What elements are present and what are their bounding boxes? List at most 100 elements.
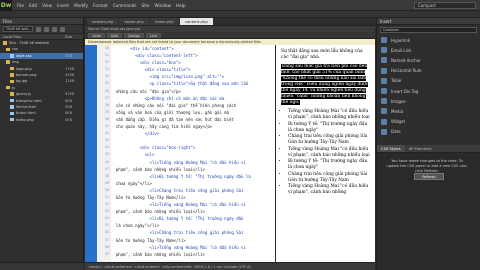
code-line[interactable]: những câu nói "đại gia"</p>: [111, 88, 275, 95]
column-size[interactable]: Size: [65, 34, 83, 39]
menu-file[interactable]: File: [17, 3, 24, 8]
tab-index-php[interactable]: index.php: [149, 18, 179, 25]
put-files-icon[interactable]: [60, 26, 65, 32]
code-line[interactable]: phạm", cảnh báo những nhiều loại</li>: [111, 251, 275, 258]
file-list: Site - Thiết kế website css style.css 3KB im…: [0, 40, 83, 123]
tab-css-styles[interactable]: CSS Styles: [377, 145, 405, 152]
line-number: 45: [104, 152, 109, 157]
insert-item[interactable]: Table: [377, 76, 480, 86]
code-line[interactable]: <div class="box-right">: [111, 144, 275, 151]
insert-item[interactable]: Email Link: [377, 45, 480, 55]
code-line[interactable]: <li>Chàng trai tiêu công giải phóng Sài: [111, 187, 275, 194]
file-name-text: trangchu.html: [16, 98, 42, 103]
design-view-button[interactable]: Design: [124, 32, 144, 38]
menu-window[interactable]: Window: [155, 3, 172, 8]
code-line[interactable]: <ul>: [111, 151, 275, 158]
tab-footer-php[interactable]: footer.php: [119, 18, 149, 25]
insert-item[interactable]: Widget: [377, 117, 480, 127]
insert-item-icon: [381, 88, 387, 95]
refresh-icon[interactable]: [44, 26, 49, 32]
menu-edit[interactable]: Edit: [29, 3, 37, 8]
file-row[interactable]: index.php 4KB: [0, 117, 83, 123]
code-line[interactable]: <li>Tiếng vàng Hoàng Mai "có đầu hiếu vi: [111, 159, 275, 166]
insert-list: Hyperlink Email Link Named Anchor Horizonta…: [377, 35, 480, 137]
code-line[interactable]: <img src="img/icon.png" alt="">: [111, 73, 275, 80]
code-line[interactable]: sống và văn hoá của giới thượng lưu, gần…: [111, 109, 275, 116]
insert-item-icon: [381, 47, 387, 54]
insert-item[interactable]: Insert Div Tag: [377, 86, 480, 96]
code-line[interactable]: <li>Tiếng vàng Hoàng Mai "có đầu hiếu vi: [111, 201, 275, 208]
code-line[interactable]: <div class="title">: [111, 66, 275, 73]
refresh-button[interactable]: Refresh: [414, 173, 444, 180]
code-line[interactable]: là chưa ngày"</li>: [111, 222, 275, 229]
get-files-icon[interactable]: [52, 26, 57, 32]
code-line[interactable]: <div class="box">: [111, 59, 275, 66]
menu-help[interactable]: Help: [176, 3, 186, 8]
menu-insert[interactable]: Insert: [57, 3, 69, 8]
folder-icon: [6, 60, 10, 64]
menu-format[interactable]: Format: [93, 3, 108, 8]
insert-category-select[interactable]: Common: [380, 27, 477, 33]
file-icon: [10, 66, 14, 71]
menu-site[interactable]: Site: [141, 3, 149, 8]
file-name-text: index.php: [16, 117, 34, 122]
insert-item[interactable]: Date: [377, 127, 480, 137]
code-lines[interactable]: <div id="content"> <div class="content-l…: [111, 45, 275, 262]
code-line[interactable]: phạm", cảnh báo những nhiều loại</li>: [111, 208, 275, 215]
code-line[interactable]: <li>Bị tường Y tế: "Thị trường ngày đầu …: [111, 173, 275, 180]
tag-selector-status[interactable]: <body> <div#container> <div#content> <di…: [85, 262, 375, 270]
code-line[interactable]: Gòn từ hướng Tây-Tây Nam</li>: [111, 237, 275, 244]
code-line[interactable]: <div id="content">: [111, 45, 275, 52]
insert-item-icon: [381, 57, 387, 64]
insert-item[interactable]: Horizontal Rule: [377, 66, 480, 76]
code-line[interactable]: phạm", cảnh báo những nhiều loại</li>: [111, 166, 275, 173]
files-panel-title[interactable]: Files: [0, 18, 83, 25]
menu-bar: Dw File Edit View Insert Modify Format C…: [0, 0, 480, 11]
folder-icon: [3, 41, 7, 45]
code-line[interactable]: vẫn đẳng cấp. Điều gì đã tạo nên sức hút…: [111, 116, 275, 123]
insert-panel-title[interactable]: Insert: [377, 18, 480, 25]
tab-content-php[interactable]: content.php: [179, 18, 213, 25]
code-line[interactable]: <div class="content-left">: [111, 52, 275, 59]
insert-item-label: Hyperlink: [391, 37, 411, 43]
file-name-text: Site - Thiết kế website: [9, 41, 50, 45]
column-local-files[interactable]: Local Files: [0, 34, 65, 39]
coding-toolbar[interactable]: [85, 45, 97, 262]
code-line[interactable]: <li>Bị tường Y tế: "Thị trường ngày đầu: [111, 215, 275, 222]
split-view-button[interactable]: Split: [106, 32, 123, 38]
code-line[interactable]: [111, 137, 275, 144]
code-line[interactable]: </div>: [111, 130, 275, 137]
insert-item[interactable]: Named Anchor: [377, 55, 480, 65]
code-view-button[interactable]: Code: [88, 32, 105, 38]
tab-header-php[interactable]: header.php: [87, 18, 119, 25]
code-line[interactable]: <li>Chàng trai tiêu công giải phóng Sài: [111, 229, 275, 236]
menu-view[interactable]: View: [42, 3, 52, 8]
line-number: 58: [104, 244, 109, 249]
design-preview[interactable]: Sự thật đằng sau món lẩu không của các "…: [276, 45, 375, 262]
code-line[interactable]: <p>Không chỉ có món ăn đặc sắc mà: [111, 95, 275, 102]
insert-item[interactable]: Hyperlink: [377, 35, 480, 45]
line-number: 49: [104, 180, 109, 185]
code-line[interactable]: còn có những câu nói "đại gia" thể hiện …: [111, 102, 275, 109]
code-editor[interactable]: 30 31 32 33 34 35 36 37 38 39 40 41 42 43 44 45 46 47 48 49…: [85, 45, 275, 262]
file-icon: [10, 111, 14, 116]
files-toolbar: Thiết kế web...: [0, 25, 83, 34]
file-icon: [10, 54, 14, 58]
code-line[interactable]: chưa ngày"</li>: [111, 180, 275, 187]
site-select[interactable]: Thiết kế web...: [3, 26, 33, 32]
menu-modify[interactable]: Modify: [74, 3, 88, 8]
live-view-button[interactable]: Live: [145, 32, 161, 38]
insert-item[interactable]: Media: [377, 106, 480, 116]
connect-icon[interactable]: [36, 26, 41, 32]
file-icon: [10, 98, 14, 103]
workspace-switcher[interactable]: Compact: [414, 2, 476, 9]
files-status-bar: [0, 262, 84, 270]
code-line[interactable]: Gòn từ hướng Tây-Tây Nam</li>: [111, 194, 275, 201]
code-line[interactable]: cho quán này, hãy cùng tìm hiểu ngay</p>: [111, 123, 275, 130]
code-line[interactable]: <p class="title">Sự thật đằng sau món lẩ…: [111, 80, 275, 87]
code-line[interactable]: <li>Tiếng vàng Hoàng Mai "có đầu hiếu vi: [111, 244, 275, 251]
line-number: 50: [104, 187, 109, 192]
insert-item[interactable]: Images: [377, 96, 480, 106]
menu-commands[interactable]: Commands: [113, 3, 137, 8]
tab-ap-elements[interactable]: AP Elements: [405, 145, 436, 152]
